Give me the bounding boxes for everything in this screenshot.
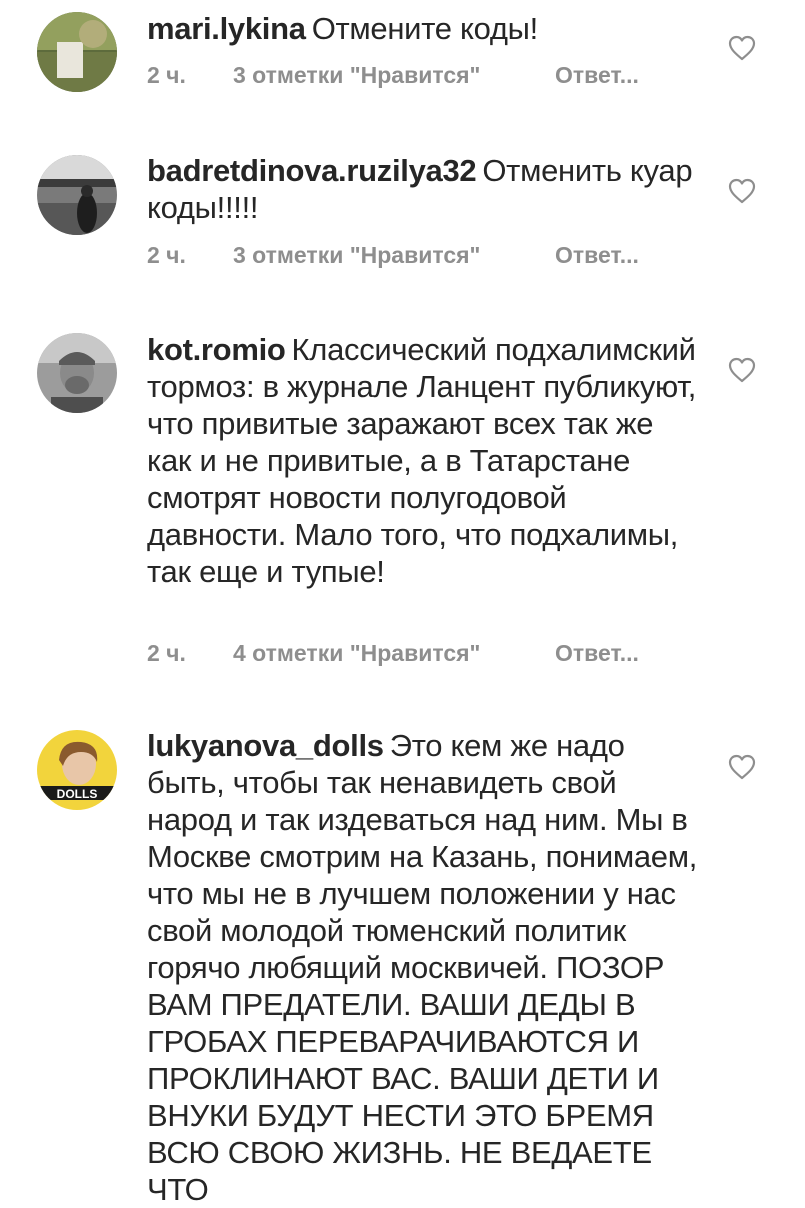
comment-text: kot.romio Классический подхалимский тормо… [147,331,702,590]
avatar-photo [37,333,117,413]
reply-button[interactable]: Ответ... [555,238,639,272]
heart-outline-icon[interactable] [728,35,756,61]
avatar[interactable] [37,12,117,92]
avatar-photo: DOLLS [37,730,117,810]
avatar-photo [37,12,117,92]
heart-outline-icon[interactable] [728,357,756,383]
avatar[interactable] [37,155,117,235]
comment-body: Это кем же надо быть, чтобы так ненавиде… [147,728,698,1207]
comment-username[interactable]: mari.lykina [147,11,306,46]
comment-time: 2 ч. [147,242,186,268]
comment-time: 2 ч. [147,640,186,666]
comment-likes[interactable]: 4 отметки "Нравится" [233,636,480,670]
comment-body: Отмените коды! [311,11,539,46]
avatar-photo [37,155,117,235]
reply-button[interactable]: Ответ... [555,636,639,670]
heart-outline-icon[interactable] [728,754,756,780]
comment-text: mari.lykina Отмените коды! [147,10,702,47]
avatar[interactable]: DOLLS [37,730,117,810]
comment-likes[interactable]: 3 отметки "Нравится" [233,58,480,92]
comment-username[interactable]: kot.romio [147,332,286,367]
comment-username[interactable]: lukyanova_dolls [147,728,384,763]
comment-likes[interactable]: 3 отметки "Нравится" [233,238,480,272]
avatar-badge-text: DOLLS [57,787,98,801]
avatar[interactable] [37,333,117,413]
comment-body: Классический подхалимский тормоз: в журн… [147,332,697,589]
comment-text: lukyanova_dolls Это кем же надо быть, что… [147,727,702,1208]
comment-username[interactable]: badretdinova.ruzilya32 [147,153,477,188]
heart-outline-icon[interactable] [728,178,756,204]
comment-text: badretdinova.ruzilya32 Отменить куар коды… [147,152,702,226]
reply-button[interactable]: Ответ... [555,58,639,92]
comment-time: 2 ч. [147,62,186,88]
